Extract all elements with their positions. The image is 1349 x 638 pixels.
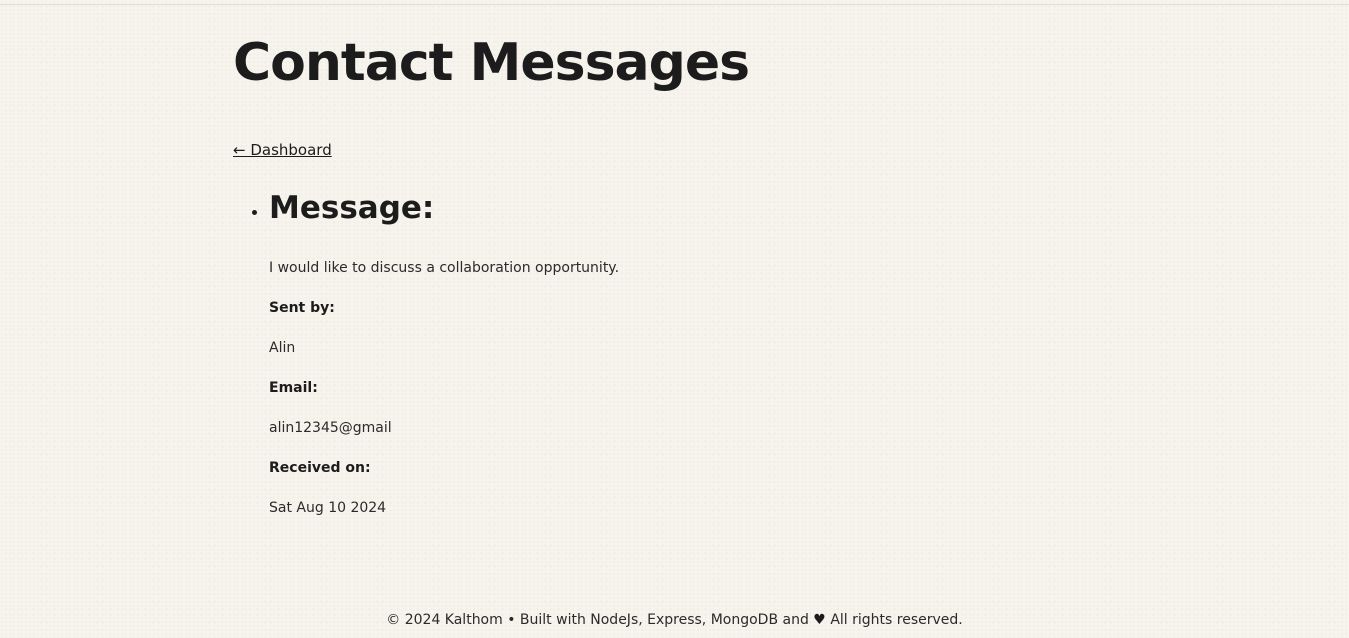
received-on-value: Sat Aug 10 2024 <box>269 500 387 516</box>
top-divider <box>0 4 1349 5</box>
sent-by-label: Sent by: <box>269 300 335 316</box>
page-title: Contact Messages <box>233 33 750 93</box>
sent-by-value: Alin <box>269 340 296 356</box>
footer-text: © 2024 Kalthom • Built with NodeJs, Expr… <box>386 612 809 628</box>
email-value: alin12345@gmail <box>269 420 392 436</box>
received-on-label: Received on: <box>269 460 371 476</box>
email-label: Email: <box>269 380 318 396</box>
heart-icon: ♥ <box>813 612 826 628</box>
list-bullet <box>252 210 257 215</box>
message-heading: Message: <box>269 190 435 226</box>
message-body: I would like to discuss a collaboration … <box>269 260 620 276</box>
footer-rights: All rights reserved. <box>830 612 963 628</box>
message-list: Message: I would like to discuss a colla… <box>233 188 833 516</box>
footer: © 2024 Kalthom • Built with NodeJs, Expr… <box>0 610 1349 630</box>
dashboard-back-link[interactable]: ← Dashboard <box>233 140 332 160</box>
message-item: Message: I would like to discuss a colla… <box>233 188 833 516</box>
